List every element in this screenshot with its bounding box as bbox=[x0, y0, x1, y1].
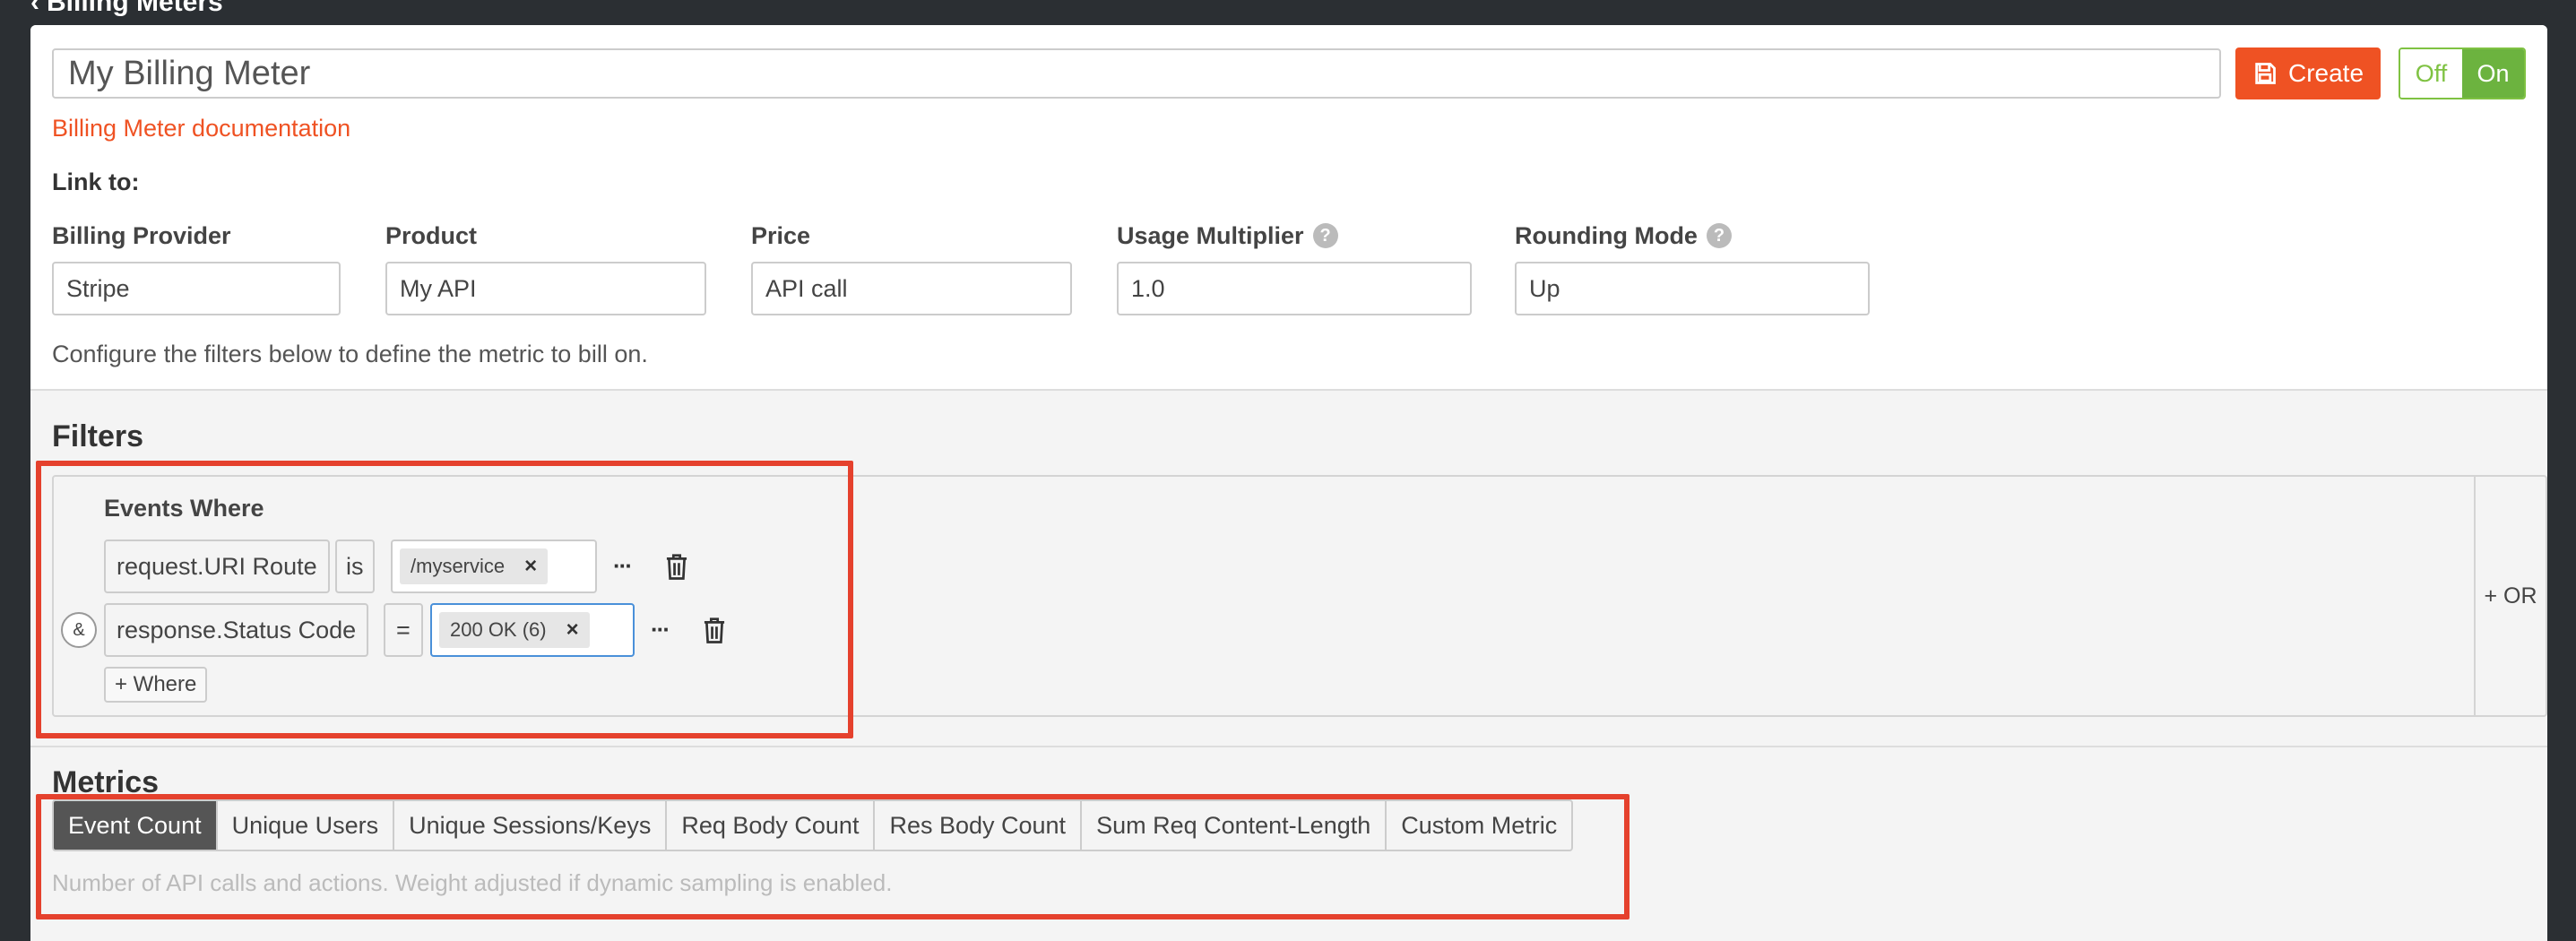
product-field: Product My API bbox=[385, 220, 706, 315]
billing-provider-select[interactable]: Stripe bbox=[52, 262, 341, 315]
filter-field-select[interactable]: response.Status Code bbox=[104, 603, 369, 657]
usage-multiplier-field: Usage Multiplier ? 1.0 bbox=[1117, 220, 1472, 315]
trash-icon[interactable] bbox=[701, 616, 728, 644]
tab-sum-req-content-length[interactable]: Sum Req Content-Length bbox=[1082, 801, 1387, 850]
filters-section: Filters Events Where request.URI Route i… bbox=[30, 391, 2547, 747]
metric-tabs: Event Count Unique Users Unique Sessions… bbox=[52, 799, 1574, 851]
tab-unique-sessions-keys[interactable]: Unique Sessions/Keys bbox=[394, 801, 668, 850]
billing-provider-field: Billing Provider Stripe bbox=[52, 220, 341, 315]
filter-operator-select[interactable]: is bbox=[335, 540, 375, 593]
price-select[interactable]: API call bbox=[751, 262, 1072, 315]
filter-value-input[interactable]: /myservice × bbox=[391, 540, 597, 593]
close-icon[interactable]: × bbox=[566, 617, 579, 643]
usage-multiplier-label-text: Usage Multiplier bbox=[1117, 221, 1304, 249]
active-toggle[interactable]: Off On bbox=[2399, 47, 2526, 99]
create-button[interactable]: Create bbox=[2235, 47, 2381, 99]
tab-res-body-count[interactable]: Res Body Count bbox=[875, 801, 1083, 850]
breadcrumb[interactable]: ‹ Billing Meters bbox=[30, 0, 223, 18]
meter-name-input[interactable]: My Billing Meter bbox=[52, 48, 2221, 99]
rounding-mode-field: Rounding Mode ? Up bbox=[1515, 220, 1870, 315]
and-connector: & bbox=[61, 612, 97, 648]
filters-title: Filters bbox=[52, 419, 144, 453]
close-icon[interactable]: × bbox=[524, 554, 537, 579]
more-icon[interactable]: ··· bbox=[613, 552, 633, 580]
filter-operator-select[interactable]: = bbox=[384, 603, 423, 657]
price-field: Price API call bbox=[751, 220, 1072, 315]
billing-provider-label: Billing Provider bbox=[52, 221, 231, 249]
billing-meter-panel: My Billing Meter Create Off On Billing M… bbox=[30, 25, 2547, 941]
tab-unique-users[interactable]: Unique Users bbox=[218, 801, 395, 850]
product-select[interactable]: My API bbox=[385, 262, 706, 315]
meter-settings-section: My Billing Meter Create Off On Billing M… bbox=[30, 25, 2547, 391]
filter-value-text: 200 OK (6) bbox=[450, 618, 547, 641]
help-icon[interactable]: ? bbox=[1312, 223, 1338, 248]
toggle-on[interactable]: On bbox=[2462, 49, 2524, 98]
link-to-heading: Link to: bbox=[52, 168, 140, 195]
filter-field-select[interactable]: request.URI Route bbox=[104, 540, 330, 593]
rounding-mode-select[interactable]: Up bbox=[1515, 262, 1870, 315]
documentation-link[interactable]: Billing Meter documentation bbox=[52, 115, 350, 142]
filter-group: Events Where request.URI Route is /myser… bbox=[52, 475, 2547, 717]
configure-hint: Configure the filters below to define th… bbox=[52, 341, 648, 367]
chevron-left-icon: ‹ bbox=[30, 0, 39, 17]
metrics-section: Metrics Event Count Unique Users Unique … bbox=[30, 747, 2547, 941]
help-icon[interactable]: ? bbox=[1706, 223, 1732, 248]
price-label: Price bbox=[751, 221, 811, 249]
usage-multiplier-input[interactable]: 1.0 bbox=[1117, 262, 1472, 315]
metric-description: Number of API calls and actions. Weight … bbox=[52, 869, 893, 896]
usage-multiplier-label: Usage Multiplier ? bbox=[1117, 220, 1472, 251]
rounding-mode-label-text: Rounding Mode bbox=[1515, 221, 1698, 249]
events-where-label: Events Where bbox=[104, 495, 264, 522]
add-where-button[interactable]: + Where bbox=[104, 667, 208, 703]
filter-value-tag: /myservice × bbox=[400, 548, 549, 584]
breadcrumb-label: Billing Meters bbox=[47, 0, 223, 17]
filter-value-tag: 200 OK (6) × bbox=[439, 612, 590, 648]
save-icon bbox=[2255, 63, 2276, 84]
tab-req-body-count[interactable]: Req Body Count bbox=[667, 801, 876, 850]
more-icon[interactable]: ··· bbox=[651, 616, 670, 643]
product-label: Product bbox=[385, 221, 478, 249]
filter-value-input[interactable]: 200 OK (6) × bbox=[430, 603, 635, 657]
toggle-off[interactable]: Off bbox=[2400, 49, 2462, 98]
metrics-title: Metrics bbox=[52, 765, 160, 799]
tab-event-count[interactable]: Event Count bbox=[54, 801, 218, 850]
filter-value-text: /myservice bbox=[411, 555, 506, 577]
rounding-mode-label: Rounding Mode ? bbox=[1515, 220, 1870, 251]
tab-custom-metric[interactable]: Custom Metric bbox=[1387, 801, 1571, 850]
add-or-button[interactable]: + OR bbox=[2474, 477, 2546, 715]
trash-icon[interactable] bbox=[663, 552, 690, 581]
create-button-label: Create bbox=[2287, 59, 2364, 87]
